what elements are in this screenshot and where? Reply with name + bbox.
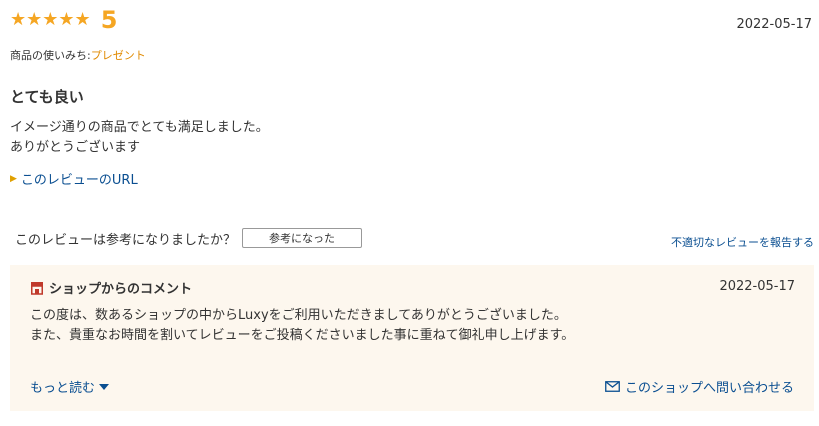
review-body-line: イメージ通りの商品でとても満足しました。 [10,120,269,135]
review-url-label[interactable]: このレビューのURL [21,169,138,188]
review-date: 2022-05-17 [736,17,812,32]
caret-right-icon: ▶ [10,173,17,184]
usage-value: プレゼント [90,49,146,62]
shop-comment-title: ショップからのコメント [49,282,193,297]
shop-comment-box: ショップからのコメント 2022-05-17 この度は、数あるショップの中からL… [10,265,814,411]
review-url-link[interactable]: ▶ このレビューのURL [10,169,138,188]
review-title: とても良い [10,88,84,106]
mail-icon [605,381,620,392]
helpful-button[interactable]: 参考になった [242,228,363,248]
helpful-question: このレビューは参考になりましたか？ [15,232,237,248]
rating-row: ★★★★★ 5 [10,8,117,32]
shop-comment-line: この度は、数あるショップの中からLuxyをご利用いただきましてありがとうございま… [30,308,567,323]
usage-info: 商品の使いみち:プレゼント [10,47,146,63]
read-more-link[interactable]: もっと読む [30,377,110,396]
read-more-label: もっと読む [30,381,96,396]
report-review-link[interactable]: 不適切なレビューを報告する [671,234,814,250]
contact-shop-label: このショップへ問い合わせる [624,381,794,396]
shop-comment-date: 2022-05-17 [719,279,795,294]
shop-comment-line: また、貴重なお時間を割いてレビューをご投稿くださいました事に重ねて御礼申し上げま… [30,328,575,343]
helpful-section: このレビューは参考になりましたか？ 参考になった [15,228,363,248]
contact-shop-link[interactable]: このショップへ問い合わせる [605,377,794,396]
review-body-line: ありがとうございます [10,140,141,155]
review-body: イメージ通りの商品でとても満足しました。 ありがとうございます [10,118,269,158]
star-rating-icon: ★★★★★ [10,9,91,30]
rating-score: 5 [100,6,118,34]
usage-label: 商品の使いみち: [10,49,91,62]
shop-icon [31,281,43,295]
shop-comment-header: ショップからのコメント [30,278,192,297]
shop-comment-body: この度は、数あるショップの中からLuxyをご利用いただきましてありがとうございま… [30,306,574,346]
triangle-down-icon [99,383,110,390]
